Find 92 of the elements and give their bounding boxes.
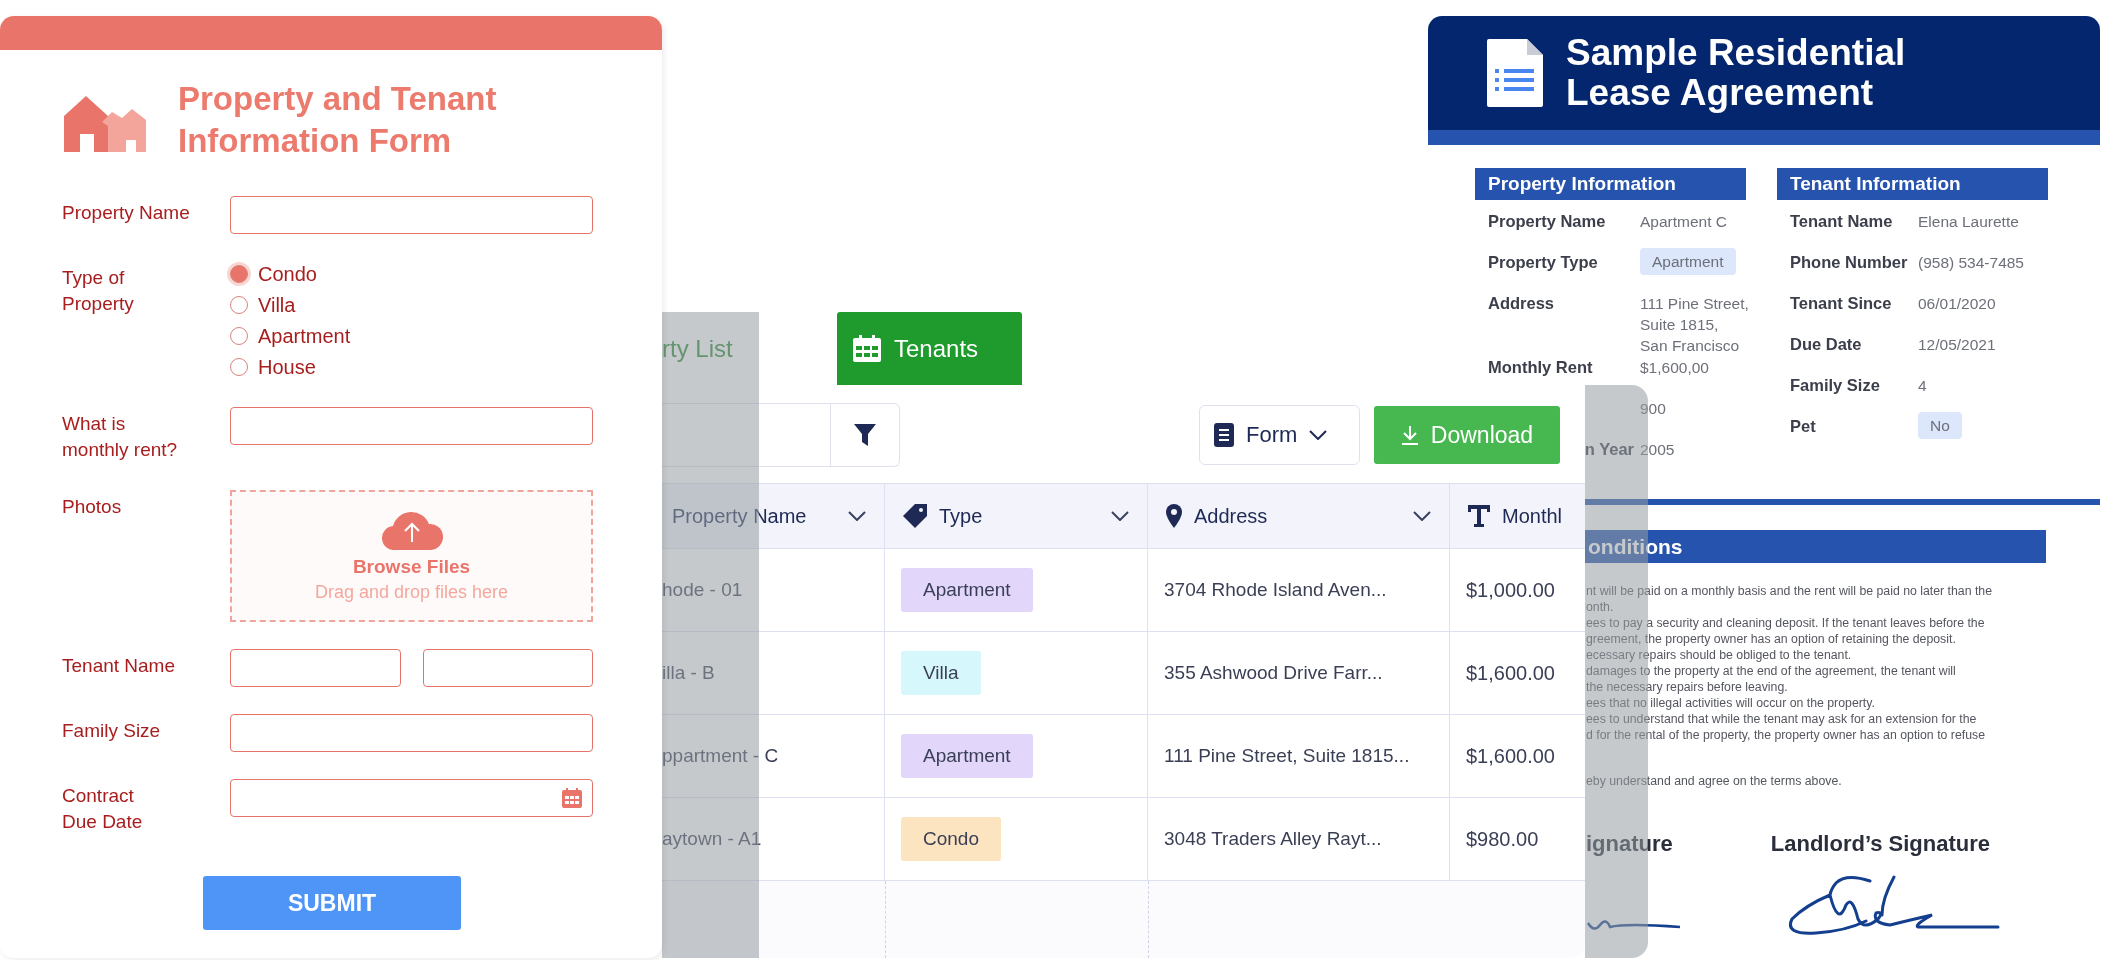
signature-label: ignature	[1586, 831, 1673, 857]
field-label: Monthly Rent	[1488, 358, 1593, 376]
section-heading: Tenant Information	[1777, 168, 2048, 200]
submit-button[interactable]: SUBMIT	[203, 876, 461, 930]
date-field[interactable]	[230, 779, 593, 817]
section-heading: Property Information	[1475, 168, 1746, 200]
field-label: n Year	[1584, 440, 1634, 458]
conditions-paragraph: nt will be paid on a monthly basis and the rent will be paid no later than the onth. ees to pay a security and cleaning deposit. If the tenant leaves before the greement, the property owner has an option of retaining the deposit. ecessary repairs should be obliged to the tenant. damages to the property at the end of the agreement, the tenant will the necessary repairs before leaving. ees that no illegal activities will occur on the property. ees to understand that while the tenant may ask for an extension for the d for the rental of the property, the property owner has an option to refuse	[1586, 583, 1994, 743]
field-label: Due Date	[1790, 335, 1862, 353]
column-header[interactable]: Monthl	[1450, 484, 1585, 548]
value-tag: No	[1918, 412, 1962, 439]
radio-label: Apartment	[258, 324, 351, 348]
value-tag: Apartment	[1640, 248, 1736, 275]
field-label: Property Name	[62, 201, 191, 225]
table-cell: $1,600.00	[1466, 661, 1555, 685]
field-value: 2005	[1640, 440, 1675, 460]
file-drop-zone[interactable]: Browse Files Drag and drop files here	[230, 490, 593, 622]
location-pin-icon	[1166, 504, 1182, 528]
tab[interactable]: Tenants	[837, 312, 1022, 385]
field-value: (958) 534-7485	[1918, 253, 2024, 273]
table-cell: 355 Ashwood Drive Farr...	[1164, 662, 1383, 684]
field-label: Pet	[1790, 417, 1816, 435]
radio-button[interactable]	[230, 327, 248, 345]
upload-hint: Drag and drop files here	[314, 581, 509, 603]
field-value: 06/01/2020	[1918, 294, 1996, 314]
list-icon	[1214, 423, 1234, 447]
field-label: Property Name	[1488, 212, 1606, 230]
radio-button[interactable]	[230, 296, 248, 314]
download-button[interactable]: Download	[1374, 406, 1560, 464]
field-label: Tenant Name	[1790, 212, 1893, 230]
radio-button[interactable]	[230, 265, 248, 283]
input-field[interactable]	[230, 407, 593, 445]
conditions-paragraph: eby understand and agree on the terms above.	[1586, 773, 1843, 789]
table-cell: $1,600.00	[1466, 744, 1555, 768]
radio-label: Condo	[258, 262, 317, 286]
radio-label: House	[258, 355, 316, 379]
download-icon	[1400, 425, 1419, 445]
field-label: Family Size	[1790, 376, 1880, 394]
field-label: Photos	[62, 495, 123, 519]
input-field[interactable]	[230, 714, 593, 752]
field-label: Phone Number	[1790, 253, 1908, 271]
field-label: Contract Due Date	[62, 784, 144, 834]
field-value: 4	[1918, 376, 1927, 396]
field-value: Apartment C	[1640, 212, 1727, 232]
type-tag: Apartment	[901, 734, 1033, 778]
browse-files-link[interactable]: Browse Files	[352, 555, 471, 578]
field-value: 12/05/2021	[1918, 335, 1996, 355]
field-label: Tenant Since	[1790, 294, 1892, 312]
field-value: 900	[1640, 399, 1666, 419]
filter-button[interactable]	[831, 403, 900, 467]
table-cell: illa - B	[662, 662, 715, 684]
field-value: 111 Pine Street, Suite 1815, San Francisco	[1640, 294, 1749, 356]
radio-label: Villa	[258, 293, 296, 317]
table-cell: 3048 Traders Alley Rayt...	[1164, 828, 1382, 850]
tag-icon	[903, 504, 927, 528]
table-cell: 111 Pine Street, Suite 1815...	[1164, 745, 1410, 767]
field-value: Elena Laurette	[1918, 212, 2019, 232]
field-label: What is monthly rent?	[62, 412, 179, 462]
chevron-down-icon	[1309, 430, 1328, 440]
table-cell: hode - 01	[662, 579, 743, 601]
cloud-upload-icon	[380, 509, 443, 550]
column-header[interactable]: Type	[885, 484, 1148, 548]
table-cell: ppartment - C	[662, 745, 779, 767]
houses-icon	[64, 96, 146, 152]
signature-label: Landlord’s Signature	[1770, 831, 1990, 857]
filter-icon	[854, 424, 876, 446]
document-icon	[1487, 39, 1543, 107]
field-label: Family Size	[62, 719, 162, 743]
type-tag: Condo	[901, 817, 1001, 861]
field-label: Property Type	[1488, 253, 1598, 271]
document-title: Sample Residential Lease Agreement	[1566, 33, 1906, 113]
tab[interactable]: rty List	[662, 312, 837, 385]
form-title: Property and Tenant Information Form	[178, 79, 497, 161]
column-header[interactable]: Address	[1148, 484, 1450, 548]
calendar-icon	[852, 334, 882, 363]
calendar-icon	[562, 788, 582, 808]
view-dropdown[interactable]: Form	[1199, 405, 1360, 465]
input-field[interactable]	[230, 196, 593, 234]
input-field[interactable]	[230, 649, 401, 687]
type-tag: Apartment	[901, 568, 1033, 612]
radio-button[interactable]	[230, 358, 248, 376]
table-cell: $980.00	[1466, 827, 1539, 851]
table-cell: $1,000.00	[1466, 578, 1555, 602]
field-label: Type of Property	[62, 266, 135, 316]
table-cell: aytown - A1	[662, 828, 762, 850]
field-label: Tenant Name	[62, 654, 176, 678]
field-label: Address	[1488, 294, 1555, 312]
field-value: $1,600,00	[1640, 358, 1709, 378]
text-type-icon	[1468, 505, 1490, 527]
table-cell: 3704 Rhode Island Aven...	[1164, 579, 1387, 601]
type-tag: Villa	[901, 651, 981, 695]
input-field[interactable]	[422, 649, 593, 687]
